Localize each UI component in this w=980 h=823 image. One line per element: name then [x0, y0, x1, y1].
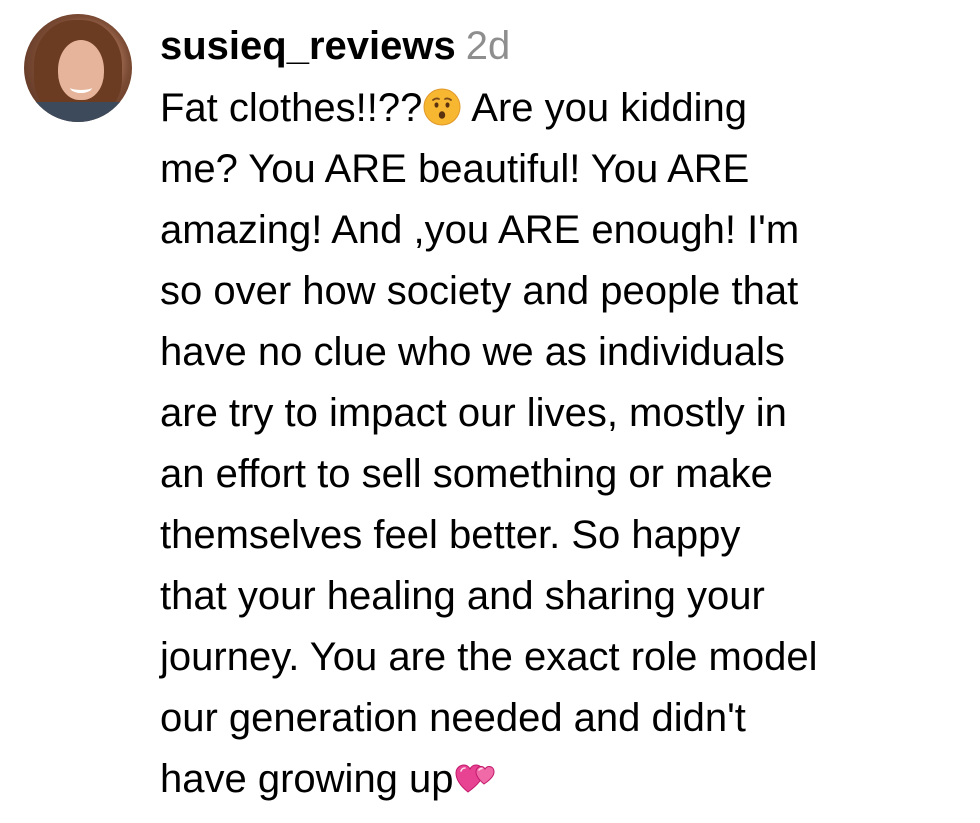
avatar[interactable] [24, 14, 132, 122]
comment-line-1: Fat clothes!!?? Are you kidding [160, 78, 970, 139]
comment-header: susieq_reviews 2d [160, 22, 970, 70]
comment-line-9: that your healing and sharing your [160, 574, 765, 618]
comment-line-1-before: Fat clothes!!?? [160, 86, 423, 130]
timestamp[interactable]: 2d [466, 24, 511, 68]
comment-line-1-after: Are you kidding [462, 86, 748, 130]
comment-line-12: have growing up [160, 749, 970, 810]
comment-line-10: journey. You are the exact role model [160, 635, 818, 679]
hushed-face-icon [422, 87, 462, 127]
comment-line-3: amazing! And ,you ARE enough! I'm [160, 208, 800, 252]
comment-line-2: me? You ARE beautiful! You ARE [160, 147, 750, 191]
comment: susieq_reviews 2d Fat clothes!!?? Are you… [0, 0, 980, 823]
comment-body: Fat clothes!!?? Are you kidding me? You … [160, 78, 970, 810]
comment-line-11: our generation needed and didn't [160, 696, 746, 740]
comment-line-6: are try to impact our lives, mostly in [160, 391, 787, 435]
two-hearts-icon [454, 758, 498, 798]
comment-line-4: so over how society and people that [160, 269, 799, 313]
username[interactable]: susieq_reviews [160, 24, 456, 68]
avatar-smile [70, 82, 92, 93]
comment-line-8: themselves feel better. So happy [160, 513, 741, 557]
comment-content: susieq_reviews 2d Fat clothes!!?? Are you… [160, 22, 970, 810]
comment-line-12-before: have growing up [160, 757, 454, 801]
avatar-shirt [24, 102, 132, 122]
comment-line-5: have no clue who we as individuals [160, 330, 785, 374]
comment-line-7: an effort to sell something or make [160, 452, 773, 496]
